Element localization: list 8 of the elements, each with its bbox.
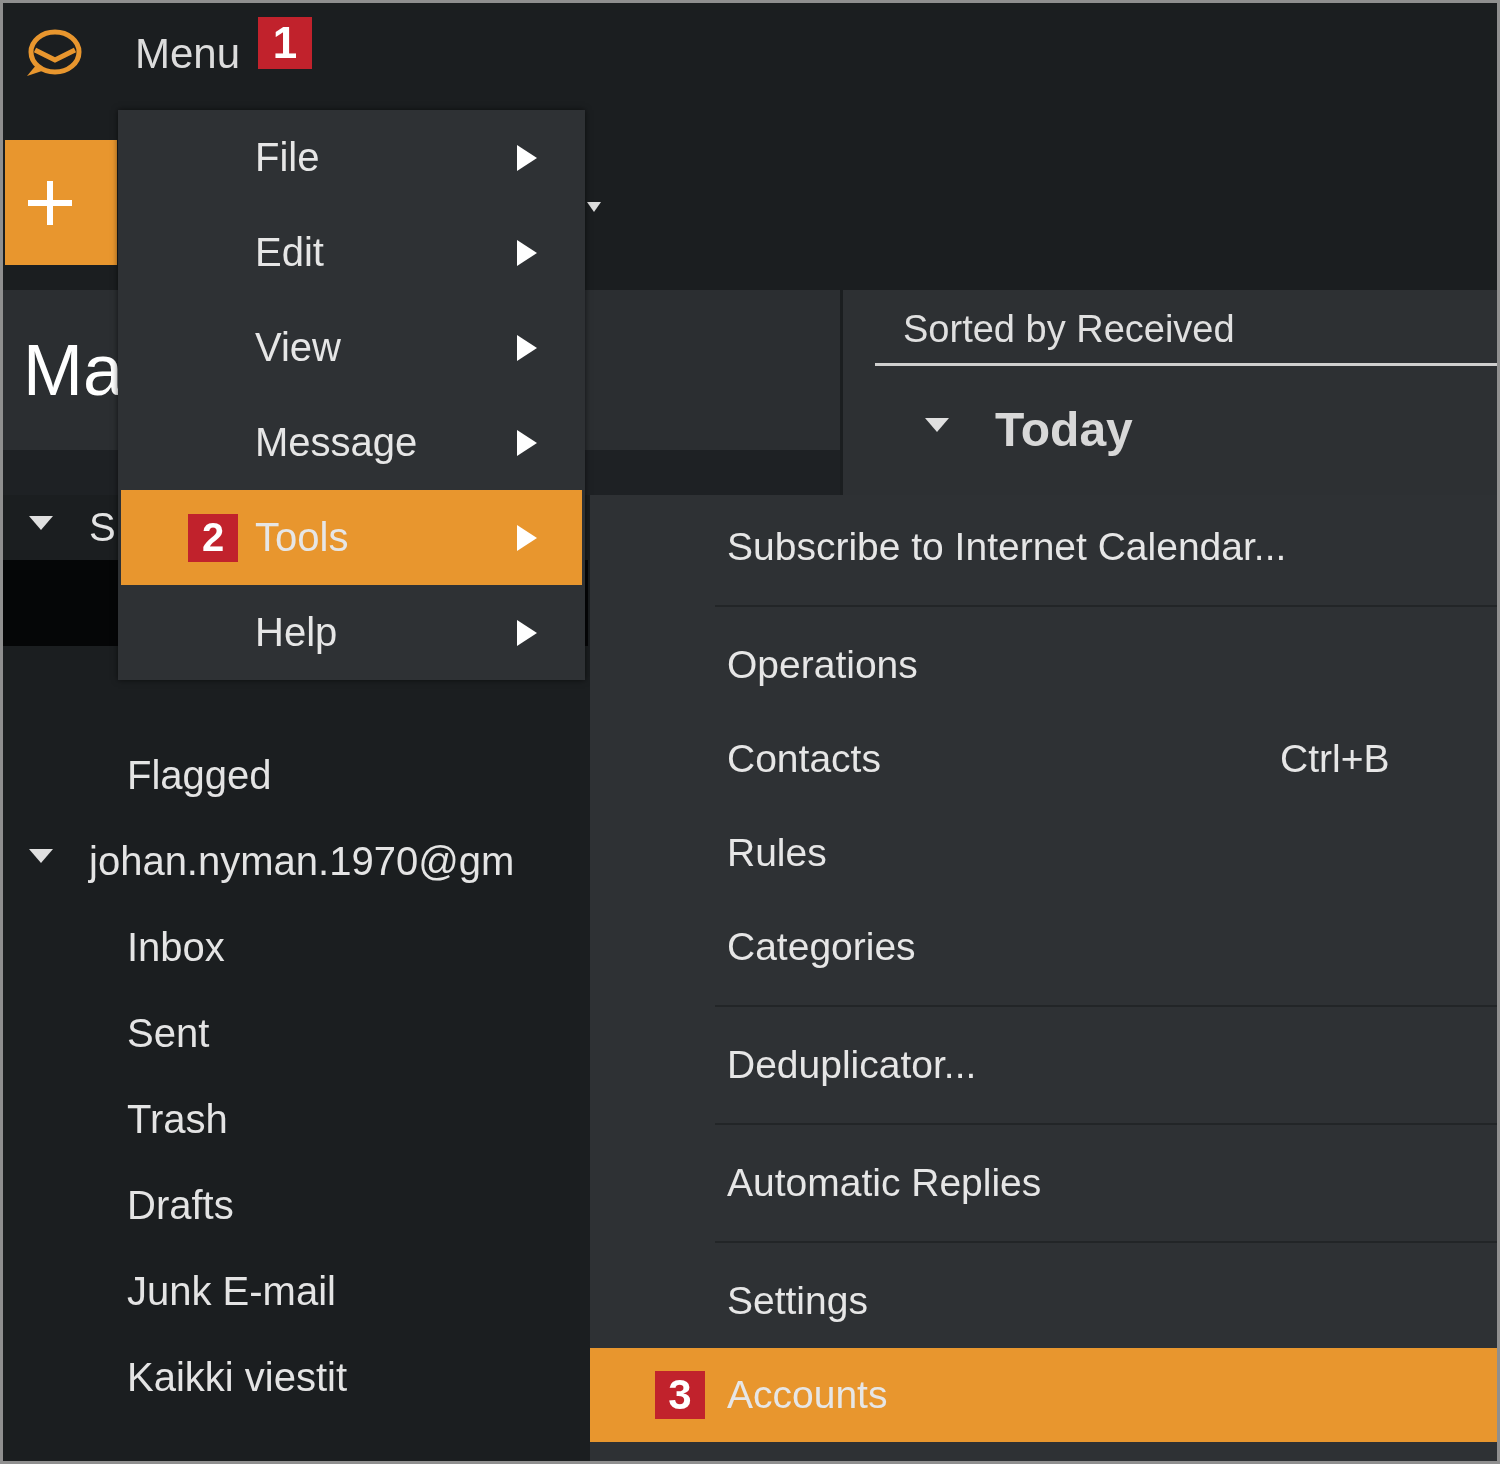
step-badge: 3 bbox=[655, 1371, 705, 1419]
sidebar-heading: Ma bbox=[22, 329, 124, 411]
step-badge: 2 bbox=[188, 513, 238, 562]
shortcut-label: Ctrl+B bbox=[1280, 737, 1390, 781]
group-header: Today bbox=[995, 402, 1133, 457]
step-badge: 1 bbox=[258, 17, 313, 69]
account-label: johan.nyman.1970@gm bbox=[89, 838, 515, 884]
account-label: S bbox=[89, 505, 116, 550]
